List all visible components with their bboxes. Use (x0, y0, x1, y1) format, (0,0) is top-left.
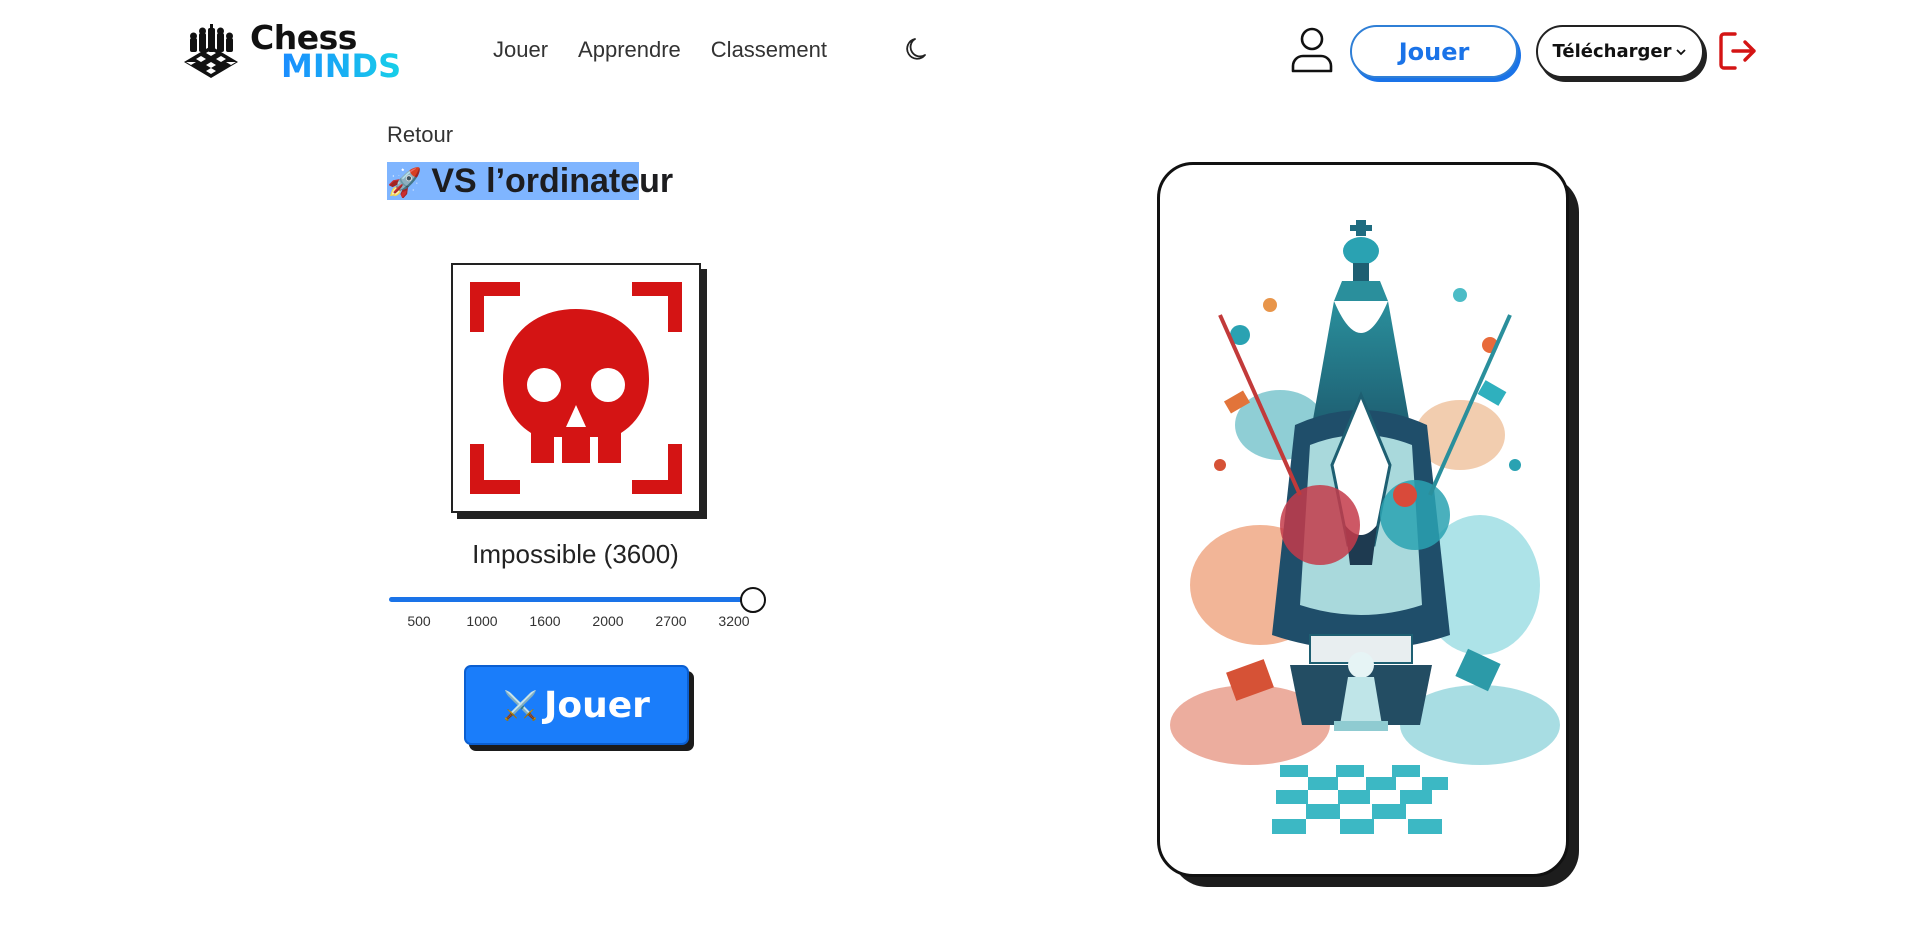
slider-thumb[interactable] (740, 587, 766, 613)
logo[interactable]: Chess MINDS (182, 21, 412, 85)
title-selected-text: 🚀 VS l’ordinate (387, 162, 640, 200)
skull-icon (470, 282, 682, 494)
user-profile-icon[interactable] (1290, 26, 1334, 74)
slider-tick: 2000 (592, 613, 624, 629)
dark-mode-moon-icon[interactable] (905, 36, 929, 62)
slider-tick: 3200 (718, 613, 750, 629)
chess-king-illustration (1170, 220, 1560, 835)
logo-text: Chess MINDS (250, 21, 402, 85)
page-title: 🚀 VS l’ordinateur (387, 162, 673, 201)
difficulty-label: Impossible (3600) (472, 539, 679, 569)
slider-track[interactable] (389, 597, 755, 602)
slider-tick: 500 (407, 613, 431, 629)
download-dropdown-button[interactable]: Télécharger (1536, 25, 1704, 78)
nav-link-jouer[interactable]: Jouer (493, 37, 548, 63)
download-button-label: Télécharger (1552, 41, 1672, 62)
illustration-card (1157, 162, 1569, 877)
slider-tick: 1000 (466, 613, 498, 629)
play-button-label: Jouer (543, 684, 650, 726)
crossed-swords-icon: ⚔️ (503, 688, 538, 722)
nav-link-apprendre[interactable]: Apprendre (578, 37, 681, 63)
play-vs-computer-button[interactable]: ⚔️ Jouer (464, 665, 689, 745)
top-navbar: Chess MINDS Jouer Apprendre Classement J… (0, 0, 1920, 100)
chevron-down-icon (1676, 48, 1687, 55)
header-play-button[interactable]: Jouer (1350, 25, 1518, 78)
logout-icon[interactable] (1718, 30, 1758, 72)
slider-tick-labels: 500 1000 1600 2000 2700 3200 (387, 613, 767, 633)
logo-minds-word: MINDS (281, 47, 402, 85)
back-link[interactable]: Retour (387, 122, 453, 148)
slider-tick: 2700 (655, 613, 687, 629)
difficulty-slider[interactable]: 500 1000 1600 2000 2700 3200 (387, 585, 767, 645)
difficulty-image-card (451, 263, 701, 513)
slider-tick: 1600 (529, 613, 561, 629)
title-selected-words: VS l’ordinate (431, 162, 640, 200)
rocket-emoji-icon: 🚀 (387, 166, 422, 199)
main-nav: Jouer Apprendre Classement (493, 37, 827, 63)
chess-pieces-logo-icon (184, 24, 238, 78)
title-rest: ur (639, 162, 674, 200)
nav-link-classement[interactable]: Classement (711, 37, 827, 63)
